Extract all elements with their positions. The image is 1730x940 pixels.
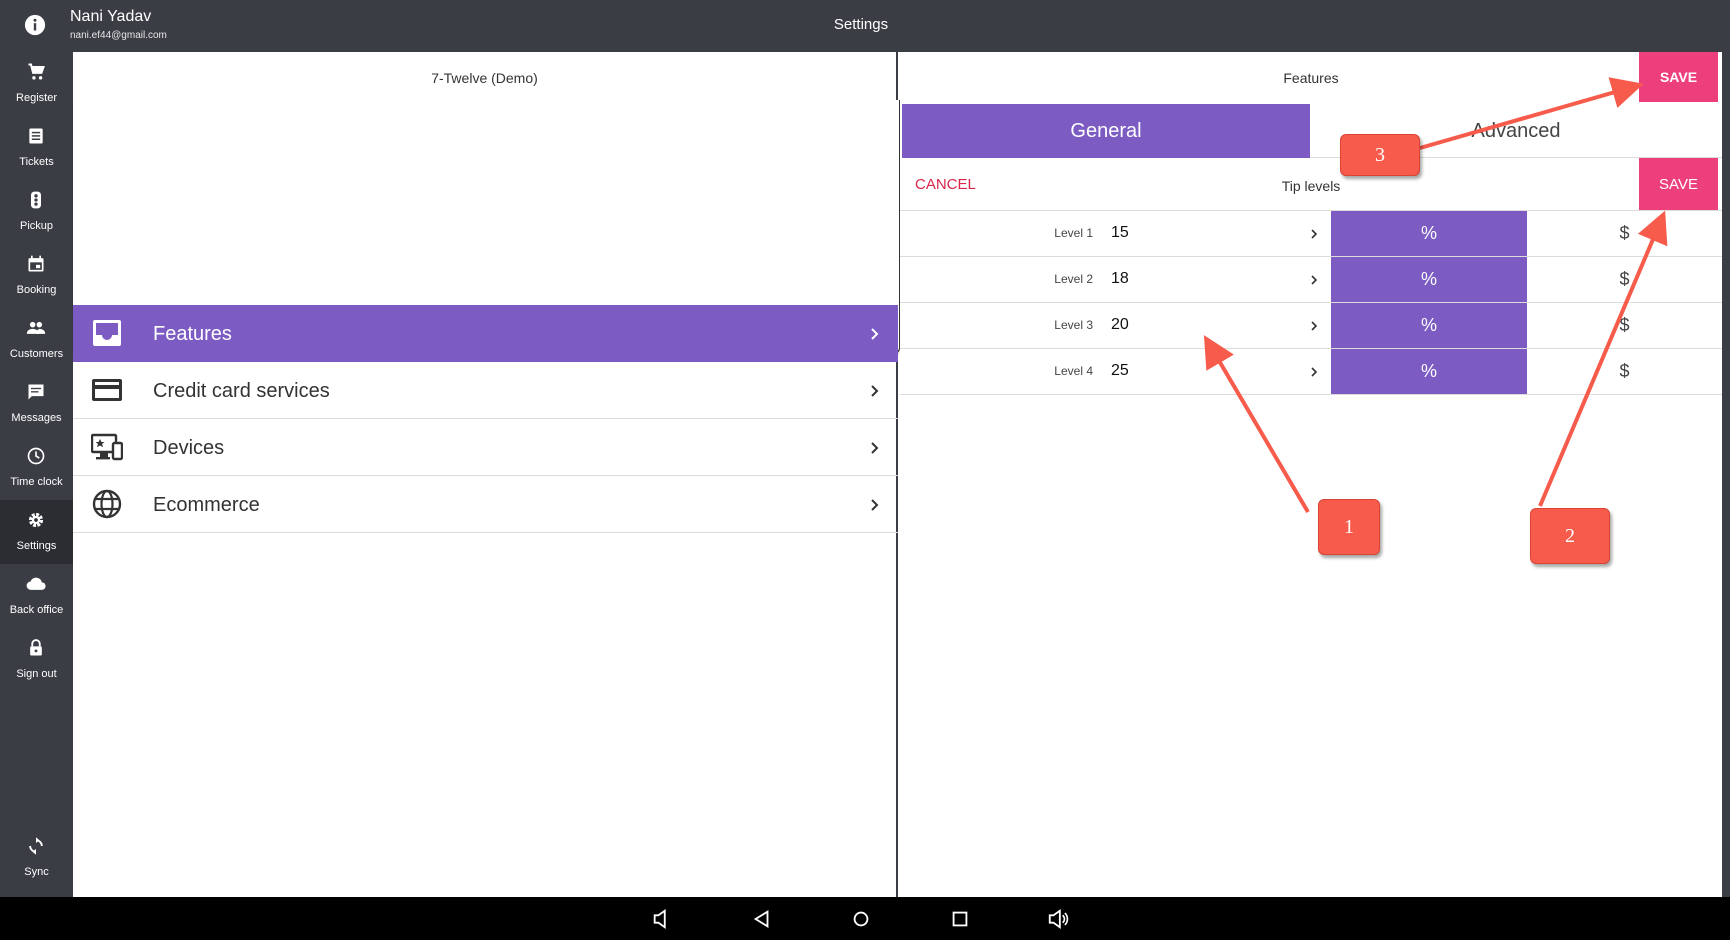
chevron-right-icon xyxy=(871,442,879,454)
devices-icon xyxy=(91,433,123,461)
dollar-toggle[interactable]: $ xyxy=(1527,211,1722,256)
dollar-toggle[interactable]: $ xyxy=(1527,257,1722,302)
store-name: 7-Twelve (Demo) xyxy=(431,70,538,86)
callout-1: 1 xyxy=(1318,499,1380,555)
sidebar-item-label: Sync xyxy=(24,866,49,878)
tip-level-label: Level 3 xyxy=(1054,318,1093,332)
chevron-right-icon xyxy=(871,328,879,340)
tip-level-input[interactable]: 20 xyxy=(1111,316,1129,334)
sidebar-item-pickup[interactable]: Pickup xyxy=(0,180,73,244)
sidebar-item-time-clock[interactable]: Time clock xyxy=(0,436,73,500)
top-bar: Nani Yadav nani.ef44@gmail.com Settings xyxy=(0,0,1722,52)
sidebar-item-label: Pickup xyxy=(19,220,54,232)
tip-level-row: Level 2 18 % $ xyxy=(900,257,1722,303)
callout-2: 2 xyxy=(1530,508,1610,564)
pickup-icon xyxy=(31,191,41,209)
sidebar-item-sign-out[interactable]: Sign out xyxy=(0,628,73,692)
sidebar-item-booking[interactable]: Booking xyxy=(0,244,73,308)
tip-level-label: Level 2 xyxy=(1054,272,1093,286)
features-panel: Features SAVE General Advanced CANCEL Ti… xyxy=(900,52,1722,897)
chevron-right-icon xyxy=(871,385,879,397)
sync-icon xyxy=(29,837,43,855)
features-icon xyxy=(93,320,121,346)
tip-level-label: Level 4 xyxy=(1054,364,1093,378)
gear-icon xyxy=(28,512,44,528)
calendar-icon xyxy=(28,255,44,272)
chevron-right-icon xyxy=(871,499,879,511)
tickets-icon xyxy=(29,128,43,144)
menu-item-devices[interactable]: Devices xyxy=(73,419,898,476)
clock-icon xyxy=(27,447,45,465)
sidebar-item-label: Booking xyxy=(16,284,57,296)
home-icon[interactable] xyxy=(850,908,872,930)
tip-level-row: Level 1 15 % $ xyxy=(900,211,1722,257)
chevron-right-icon xyxy=(1311,321,1318,331)
scrollbar-strip xyxy=(1722,0,1730,897)
sidebar-item-label: Time clock xyxy=(10,476,63,488)
sidebar-item-label: Back office xyxy=(9,604,64,616)
sidebar-item-customers[interactable]: Customers xyxy=(0,308,73,372)
chevron-right-icon xyxy=(1311,367,1318,377)
menu-item-label: Devices xyxy=(153,437,225,459)
tip-level-row: Level 3 20 % $ xyxy=(900,303,1722,349)
globe-icon xyxy=(92,489,122,519)
sidebar-item-label: Customers xyxy=(9,348,64,360)
lock-icon xyxy=(30,639,42,656)
percent-toggle[interactable]: % xyxy=(1331,303,1527,348)
volume-down-icon[interactable] xyxy=(651,908,673,930)
menu-item-credit-card-services[interactable]: Credit card services xyxy=(73,362,898,419)
percent-toggle[interactable]: % xyxy=(1331,257,1527,302)
back-icon[interactable] xyxy=(751,908,773,930)
dollar-toggle[interactable]: $ xyxy=(1527,303,1722,348)
panel-title: Features xyxy=(1283,70,1339,86)
sidebar: Register Tickets Pickup Booking Customer… xyxy=(0,52,73,897)
tip-levels-save-button[interactable]: SAVE xyxy=(1639,158,1718,210)
sidebar-item-settings[interactable]: Settings xyxy=(0,500,73,564)
message-icon xyxy=(28,384,44,400)
sidebar-item-sync[interactable]: Sync xyxy=(0,826,73,890)
tip-level-label: Level 1 xyxy=(1054,226,1093,240)
sidebar-item-messages[interactable]: Messages xyxy=(0,372,73,436)
cloud-icon xyxy=(26,577,46,590)
tip-level-row: Level 4 25 % $ xyxy=(900,349,1722,395)
sidebar-item-label: Register xyxy=(16,92,57,104)
cart-icon xyxy=(28,63,45,80)
tip-level-input[interactable]: 15 xyxy=(1111,224,1129,242)
settings-list-panel: 7-Twelve (Demo) Features Credit card ser… xyxy=(73,52,900,897)
sidebar-item-label: Messages xyxy=(11,412,62,424)
system-nav-bar xyxy=(0,897,1730,940)
tab-general[interactable]: General xyxy=(902,104,1310,158)
chevron-right-icon xyxy=(1311,229,1318,239)
menu-item-features[interactable]: Features xyxy=(73,305,898,362)
menu-item-ecommerce[interactable]: Ecommerce xyxy=(73,476,898,533)
save-button[interactable]: SAVE xyxy=(1639,52,1718,102)
page-title: Settings xyxy=(833,16,889,33)
recents-icon[interactable] xyxy=(949,908,971,930)
menu-item-label: Features xyxy=(153,323,232,345)
volume-up-icon[interactable] xyxy=(1047,908,1069,930)
percent-toggle[interactable]: % xyxy=(1331,349,1527,394)
sidebar-item-label: Tickets xyxy=(19,156,54,168)
tip-levels-title: Tip levels xyxy=(1281,178,1341,194)
sidebar-item-label: Settings xyxy=(16,540,57,552)
customers-icon xyxy=(26,321,46,334)
sidebar-item-register[interactable]: Register xyxy=(0,52,73,116)
percent-toggle[interactable]: % xyxy=(1331,211,1527,256)
sidebar-item-label: Sign out xyxy=(16,668,57,680)
chevron-right-icon xyxy=(1311,275,1318,285)
callout-3: 3 xyxy=(1340,134,1420,176)
sidebar-item-tickets[interactable]: Tickets xyxy=(0,116,73,180)
sidebar-item-back-office[interactable]: Back office xyxy=(0,564,73,628)
tip-level-input[interactable]: 25 xyxy=(1111,362,1129,380)
tip-level-input[interactable]: 18 xyxy=(1111,270,1129,288)
menu-item-label: Credit card services xyxy=(153,380,330,402)
menu-item-label: Ecommerce xyxy=(153,494,260,516)
dollar-toggle[interactable]: $ xyxy=(1527,349,1722,394)
credit-card-icon xyxy=(92,379,122,401)
